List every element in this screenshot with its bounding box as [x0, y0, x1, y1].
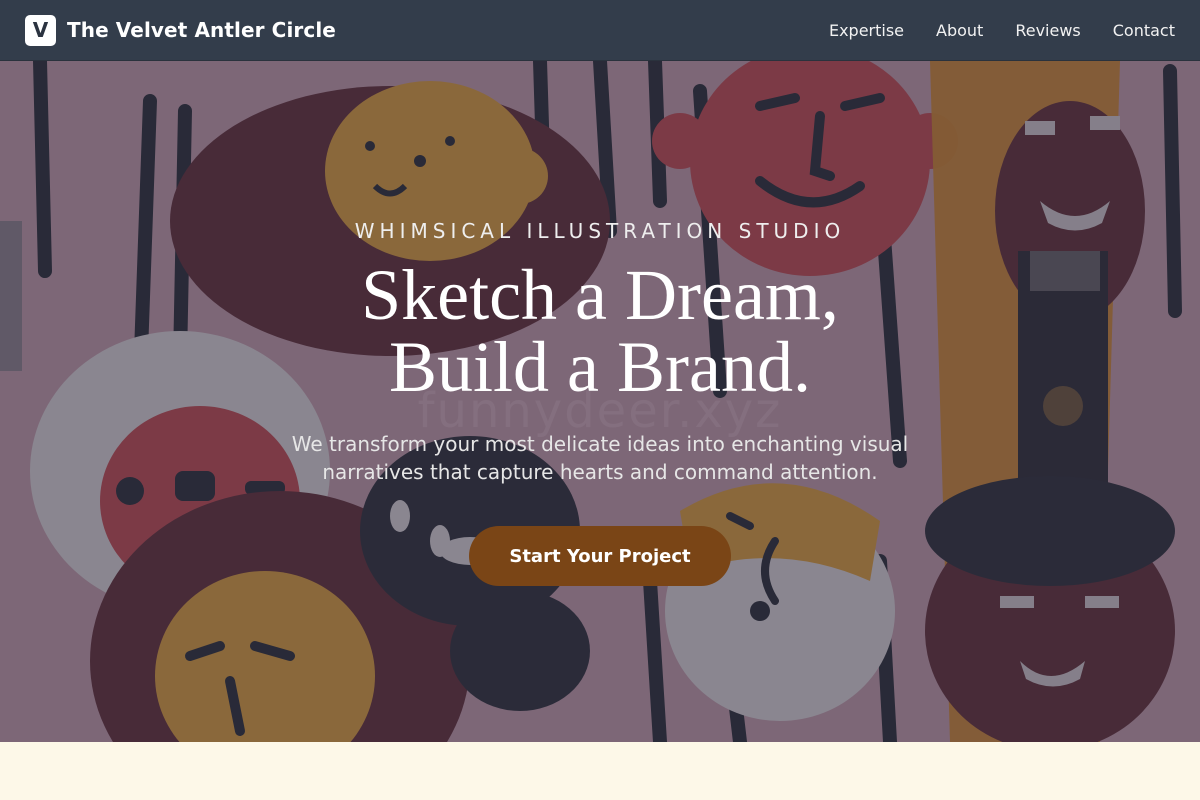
brand[interactable]: V The Velvet Antler Circle [25, 14, 336, 46]
nav-link-about[interactable]: About [936, 21, 983, 40]
nav-link-reviews[interactable]: Reviews [1015, 21, 1080, 40]
hero-content: funnydeer.xyz WHIMSICAL ILLUSTRATION STU… [0, 61, 1200, 742]
headline-line-2: Build a Brand. [389, 327, 811, 407]
subtext-line-1: We transform your most delicate ideas in… [291, 432, 909, 456]
top-navbar: V The Velvet Antler Circle Expertise Abo… [0, 0, 1200, 61]
start-project-button[interactable]: Start Your Project [469, 526, 731, 586]
logo-badge: V [25, 14, 56, 46]
subtext-line-2: narratives that capture hearts and comma… [322, 460, 878, 484]
hero-section: funnydeer.xyz WHIMSICAL ILLUSTRATION STU… [0, 61, 1200, 742]
hero-headline: Sketch a Dream, Build a Brand. [0, 259, 1200, 403]
brand-name: The Velvet Antler Circle [67, 18, 336, 42]
hero-subtext: We transform your most delicate ideas in… [0, 430, 1200, 486]
main-nav: Expertise About Reviews Contact [829, 21, 1175, 40]
headline-line-1: Sketch a Dream, [361, 255, 839, 335]
nav-link-expertise[interactable]: Expertise [829, 21, 904, 40]
hero-eyebrow: WHIMSICAL ILLUSTRATION STUDIO [354, 219, 846, 243]
nav-link-contact[interactable]: Contact [1113, 21, 1175, 40]
